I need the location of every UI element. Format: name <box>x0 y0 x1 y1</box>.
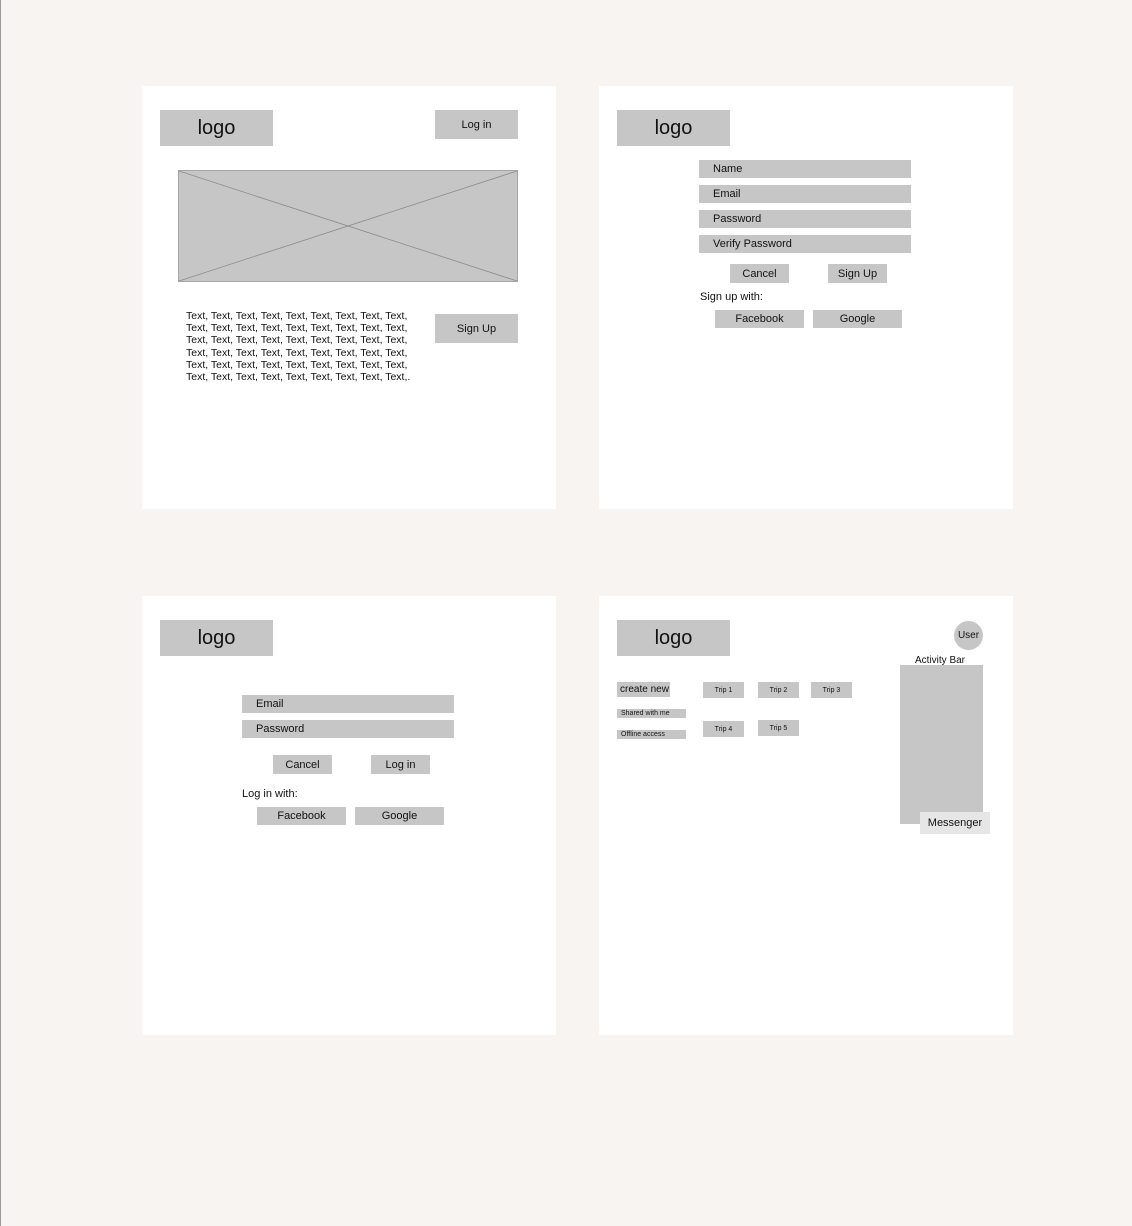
signup-with-label: Sign up with: <box>700 291 763 303</box>
trip-card[interactable]: Trip 2 <box>758 682 799 698</box>
login-button[interactable]: Log in <box>435 110 518 139</box>
hero-image-placeholder <box>178 170 518 282</box>
offline-access-link[interactable]: Offline access <box>617 730 686 739</box>
cancel-button[interactable]: Cancel <box>273 755 332 774</box>
logo[interactable]: logo <box>160 620 273 656</box>
cancel-button[interactable]: Cancel <box>730 264 789 283</box>
user-avatar[interactable]: User <box>954 621 983 650</box>
password-field[interactable]: Password <box>699 210 911 228</box>
shared-with-me-link[interactable]: Shared with me <box>617 709 686 718</box>
login-button[interactable]: Log in <box>371 755 430 774</box>
logo[interactable]: logo <box>160 110 273 146</box>
activity-bar <box>900 665 983 824</box>
trip-card[interactable]: Trip 1 <box>703 682 744 698</box>
verify-password-field[interactable]: Verify Password <box>699 235 911 253</box>
facebook-button[interactable]: Facebook <box>715 310 804 328</box>
trip-card[interactable]: Trip 4 <box>703 721 744 737</box>
dashboard-screen: logo User Activity Bar Messenger create … <box>599 596 1013 1035</box>
google-button[interactable]: Google <box>355 807 444 825</box>
trip-card[interactable]: Trip 3 <box>811 682 852 698</box>
trip-card[interactable]: Trip 5 <box>758 720 799 736</box>
create-new-button[interactable]: create new <box>617 682 670 697</box>
login-screen: logo Email Password Cancel Log in Log in… <box>142 596 556 1035</box>
body-text: Text, Text, Text, Text, Text, Text, Text… <box>186 310 411 384</box>
email-field[interactable]: Email <box>699 185 911 203</box>
name-field[interactable]: Name <box>699 160 911 178</box>
google-button[interactable]: Google <box>813 310 902 328</box>
facebook-button[interactable]: Facebook <box>257 807 346 825</box>
signup-button[interactable]: Sign Up <box>828 264 887 283</box>
page-left-border <box>0 0 1 1226</box>
password-field[interactable]: Password <box>242 720 454 738</box>
signup-screen: logo Name Email Password Verify Password… <box>599 86 1013 509</box>
logo[interactable]: logo <box>617 620 730 656</box>
email-field[interactable]: Email <box>242 695 454 713</box>
signup-button[interactable]: Sign Up <box>435 314 518 343</box>
messenger-button[interactable]: Messenger <box>920 812 990 834</box>
landing-screen: logo Log in Text, Text, Text, Text, Text… <box>142 86 556 509</box>
login-with-label: Log in with: <box>242 788 298 800</box>
logo[interactable]: logo <box>617 110 730 146</box>
image-placeholder-icon <box>179 171 517 281</box>
